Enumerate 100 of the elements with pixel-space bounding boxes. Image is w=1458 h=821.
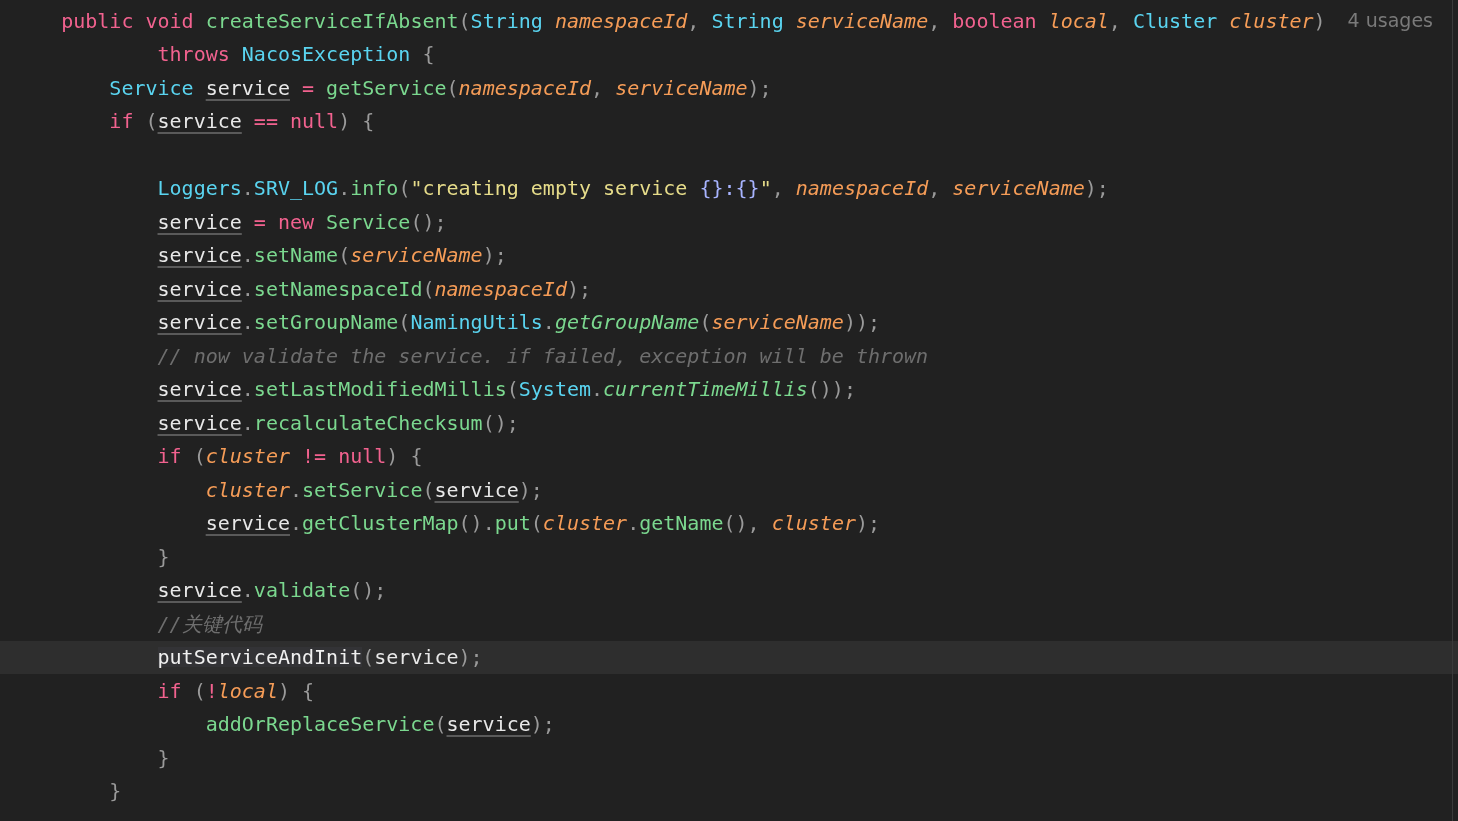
method-name: setService <box>302 479 423 500</box>
punctuation: (). <box>458 513 495 534</box>
keyword: if <box>157 446 183 467</box>
punctuation: } <box>157 546 170 567</box>
method-name: getService <box>326 77 447 98</box>
punctuation: ) { <box>277 680 315 701</box>
keyword: null <box>338 446 387 467</box>
punctuation: ( <box>422 479 435 500</box>
variable-name: service <box>205 513 290 534</box>
usages-hint[interactable]: 4 usages <box>1347 11 1433 31</box>
punctuation: { <box>422 44 435 65</box>
punctuation: ( <box>145 111 158 132</box>
method-name: Service <box>326 211 411 232</box>
punctuation: ( <box>446 77 459 98</box>
punctuation: ( <box>506 379 519 400</box>
method-name: setGroupName <box>253 312 399 333</box>
parameter-name: namespaceId <box>434 278 567 299</box>
punctuation: ( <box>699 312 712 333</box>
method-name: setNamespaceId <box>253 278 423 299</box>
type-name: SRV_LOG <box>253 178 339 199</box>
variable-name: service <box>157 580 242 601</box>
variable-name: service <box>157 312 242 333</box>
variable-name: service <box>157 111 242 132</box>
type-name: String <box>711 10 785 31</box>
keyword: if <box>109 111 135 132</box>
method-name: setLastModifiedMillis <box>253 379 507 400</box>
method-name: validate <box>253 580 351 601</box>
punctuation: , <box>1108 10 1122 31</box>
method-name: info <box>350 178 399 199</box>
method-name: getName <box>639 513 724 534</box>
punctuation: ( <box>458 10 471 31</box>
keyword: boolean <box>952 10 1038 31</box>
parameter-name: local <box>217 680 278 701</box>
parameter-name: cluster <box>1229 10 1314 31</box>
punctuation: ); <box>458 647 483 668</box>
punctuation: . <box>241 580 254 601</box>
variable-name: service <box>205 77 290 98</box>
operator: != <box>301 446 328 467</box>
punctuation: ( <box>398 312 411 333</box>
punctuation: ( <box>398 178 411 199</box>
punctuation: ( <box>422 278 435 299</box>
type-name: NacosException <box>241 44 412 65</box>
punctuation: ); <box>566 278 592 299</box>
parameter-name: serviceName <box>795 10 929 31</box>
punctuation: , <box>928 10 942 31</box>
operator: ! <box>205 680 218 701</box>
method-name: addOrReplaceService <box>205 714 435 735</box>
parameter-name: serviceName <box>615 77 748 98</box>
method-name: getClusterMap <box>302 513 459 534</box>
punctuation: . <box>289 513 302 534</box>
punctuation: . <box>241 245 254 266</box>
punctuation: ( <box>434 714 447 735</box>
punctuation: . <box>591 379 604 400</box>
punctuation: ( <box>530 513 543 534</box>
punctuation: . <box>627 513 640 534</box>
method-name: putServiceAndInit <box>157 647 363 668</box>
variable-name: service <box>157 211 242 232</box>
punctuation: , <box>928 178 942 199</box>
type-name: System <box>518 379 592 400</box>
punctuation: . <box>241 278 254 299</box>
keyword: new <box>277 211 316 232</box>
punctuation: ) <box>1313 10 1326 31</box>
punctuation: ( <box>193 446 206 467</box>
punctuation: , <box>591 77 605 98</box>
punctuation: } <box>109 781 122 802</box>
type-name: NamingUtils <box>410 312 543 333</box>
variable-name: service <box>157 412 242 433</box>
punctuation: ); <box>530 714 555 735</box>
punctuation: . <box>542 312 555 333</box>
variable-name: service <box>157 379 242 400</box>
punctuation: )); <box>843 312 881 333</box>
punctuation: ); <box>518 479 543 500</box>
punctuation: , <box>771 178 785 199</box>
type-name: Cluster <box>1132 10 1219 31</box>
variable-name: service <box>446 714 531 735</box>
variable-name: service <box>157 245 242 266</box>
punctuation: ( <box>193 680 206 701</box>
punctuation: ); <box>855 513 881 534</box>
punctuation: (), <box>723 513 761 534</box>
punctuation: ); <box>1084 178 1109 199</box>
parameter-name: cluster <box>542 513 628 534</box>
parameter-name: serviceName <box>711 312 844 333</box>
punctuation: . <box>241 312 254 333</box>
punctuation: (); <box>482 412 519 433</box>
punctuation: ( <box>362 647 375 668</box>
type-name: Service <box>109 77 195 98</box>
punctuation: , <box>687 10 701 31</box>
punctuation: . <box>338 178 351 199</box>
variable-name: service <box>374 647 459 668</box>
parameter-name: namespaceId <box>458 77 592 98</box>
keyword: if <box>157 680 183 701</box>
string-literal: "creating empty service <box>410 178 689 199</box>
keyword: throws <box>157 44 231 65</box>
method-name: currentTimeMillis <box>603 379 808 400</box>
parameter-name: cluster <box>771 513 856 534</box>
variable-name: service <box>157 278 242 299</box>
code-comment: // now validate the service. if failed, exception will be thrown <box>157 345 929 366</box>
parameter-name: namespaceId <box>795 178 929 199</box>
type-name: String <box>470 10 544 31</box>
type-name: Loggers <box>157 178 242 199</box>
